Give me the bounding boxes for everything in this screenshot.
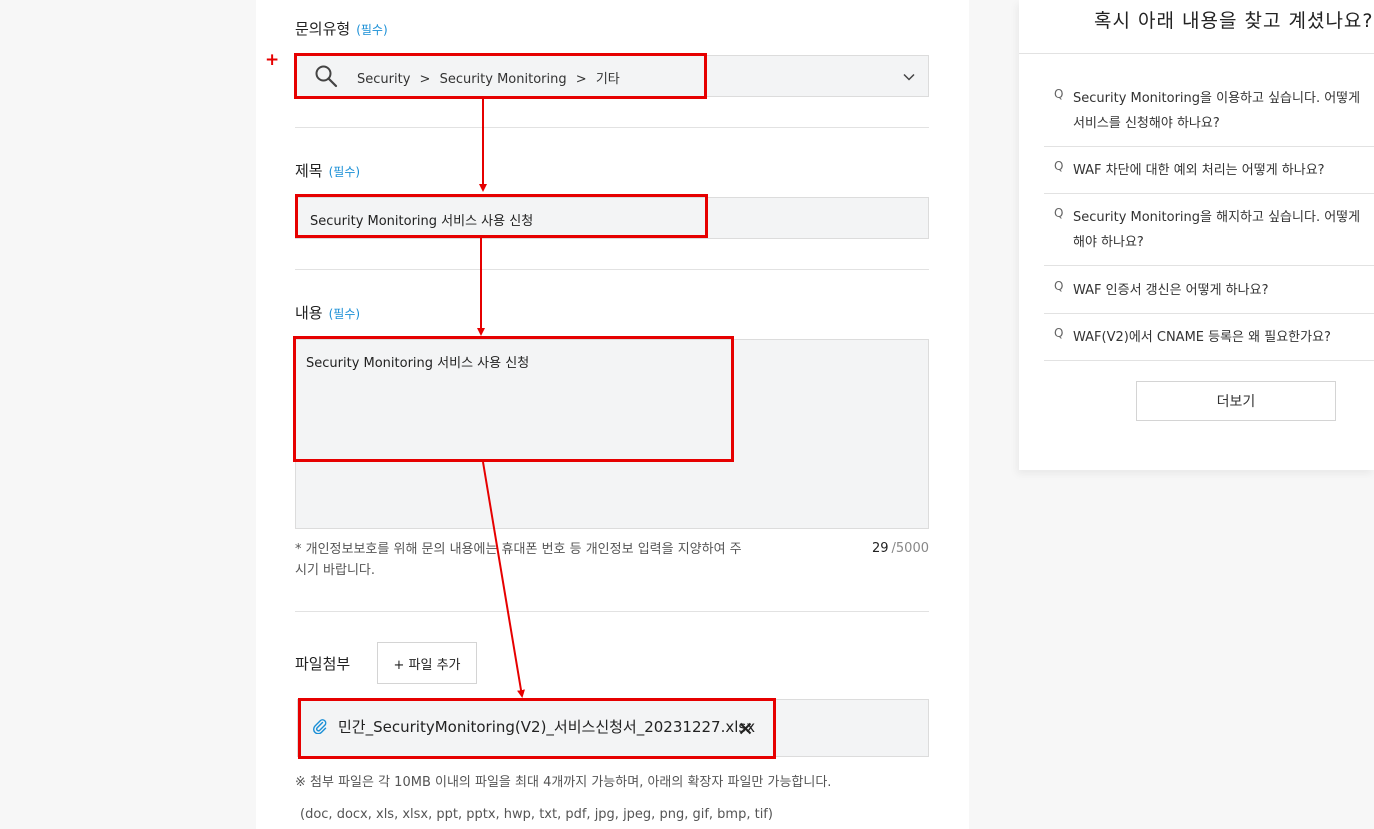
annotation-arrow [482, 461, 525, 698]
annotation-arrows [477, 99, 525, 698]
